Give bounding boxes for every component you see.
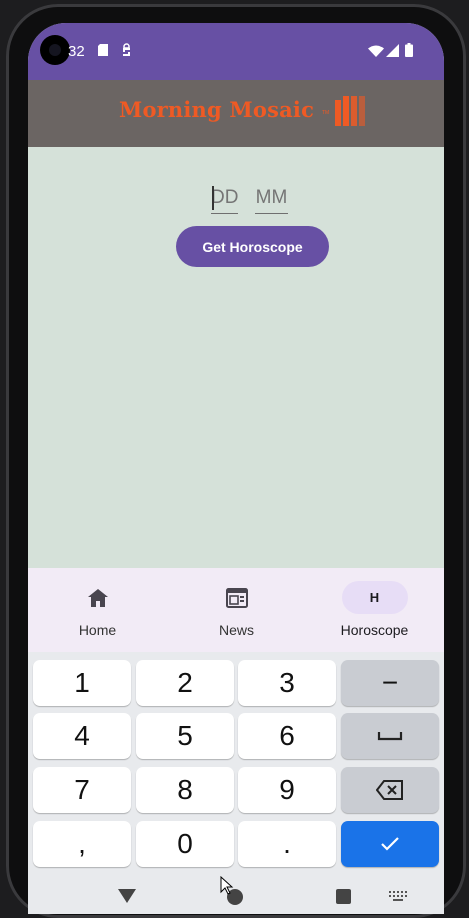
key-period[interactable]: . (238, 821, 336, 867)
home-icon (87, 588, 108, 607)
app-logo-text: Morning Mosaic (119, 97, 315, 122)
system-navigation-bar (28, 869, 444, 914)
status-time: 32 (68, 43, 85, 60)
key-2[interactable]: 2 (136, 660, 234, 706)
nav-label-home: Home (78, 622, 117, 638)
mouse-pointer-icon (220, 876, 234, 895)
logo-stripes-icon (335, 96, 365, 126)
logo-trademark: TM (322, 110, 330, 116)
back-triangle-icon[interactable] (118, 889, 136, 903)
key-5[interactable]: 5 (136, 713, 234, 759)
recents-square-icon[interactable] (336, 889, 351, 904)
key-4[interactable]: 4 (33, 713, 131, 759)
sd-card-icon (98, 44, 108, 56)
month-input[interactable] (255, 183, 288, 214)
day-input[interactable] (211, 183, 238, 214)
text-cursor (212, 186, 214, 210)
nav-item-home[interactable]: Home (28, 568, 167, 652)
keyboard-switch-icon[interactable] (389, 891, 407, 903)
numeric-keyboard: 1 2 3 − 4 5 6 7 8 9 , 0 . (28, 652, 444, 869)
nav-item-horoscope[interactable]: H Horoscope (305, 568, 444, 652)
key-comma[interactable]: , (33, 821, 131, 867)
battery-icon (405, 43, 413, 57)
backspace-icon (376, 780, 403, 800)
horoscope-h-icon: H (369, 590, 380, 605)
key-8[interactable]: 8 (136, 767, 234, 813)
checkmark-icon (381, 837, 399, 851)
nav-label-news: News (218, 622, 254, 638)
key-9[interactable]: 9 (238, 767, 336, 813)
key-3[interactable]: 3 (238, 660, 336, 706)
vpn-key-icon (123, 43, 130, 56)
key-space[interactable] (341, 713, 439, 759)
nav-active-indicator: H (341, 581, 408, 614)
nav-item-news[interactable]: News (167, 568, 306, 652)
front-camera (40, 35, 70, 65)
newspaper-icon (225, 587, 248, 608)
key-7[interactable]: 7 (33, 767, 131, 813)
nav-icon-container (204, 581, 270, 614)
status-bar: 32 (28, 23, 444, 80)
nav-label-horoscope: Horoscope (340, 622, 409, 638)
get-horoscope-button[interactable]: Get Horoscope (176, 226, 329, 267)
key-minus[interactable]: − (341, 660, 439, 706)
key-backspace[interactable] (341, 767, 439, 813)
wifi-icon (368, 45, 384, 57)
key-1[interactable]: 1 (33, 660, 131, 706)
space-bar-icon (377, 732, 403, 741)
cell-signal-icon (386, 44, 399, 57)
key-6[interactable]: 6 (238, 713, 336, 759)
bottom-navigation: Home News H Horoscope (28, 568, 444, 652)
nav-icon-container (65, 581, 131, 614)
device-screen: 32 Morning Mosaic TM Get Horoscope (28, 23, 444, 914)
key-done[interactable] (341, 821, 439, 867)
key-0[interactable]: 0 (136, 821, 234, 867)
